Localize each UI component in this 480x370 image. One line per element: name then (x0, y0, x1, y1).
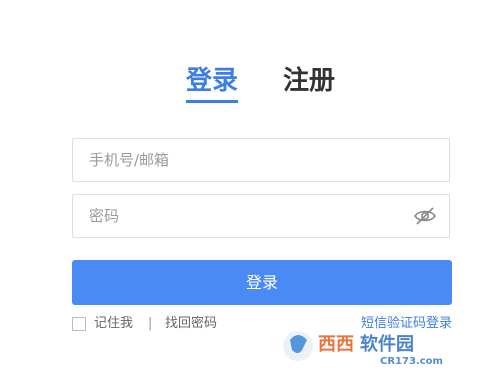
login-button[interactable]: 登录 (72, 260, 452, 305)
login-page: 登录 注册 登录 记住我 | 找回密码 短信验证码登录 西西 (0, 0, 480, 370)
remember-me-label[interactable]: 记住我 (94, 315, 133, 333)
tab-register[interactable]: 注册 (283, 64, 335, 98)
svg-text:软件园: 软件园 (360, 333, 414, 355)
password-field-wrapper (72, 194, 450, 238)
svg-text:CR173.com: CR173.com (380, 356, 443, 367)
auth-tabs: 登录 注册 (0, 64, 480, 104)
remember-me-checkbox[interactable] (72, 317, 86, 331)
svg-text:西西: 西西 (318, 334, 354, 355)
watermark-logo: 西西 软件园 CR173.com (280, 320, 480, 370)
password-input[interactable] (73, 195, 409, 237)
tab-login-label: 登录 (186, 66, 239, 96)
separator: | (148, 316, 153, 331)
eye-slash-icon[interactable] (413, 206, 437, 226)
phone-email-field-wrapper (72, 138, 450, 182)
tab-register-label: 注册 (283, 66, 336, 96)
phone-email-input[interactable] (73, 139, 409, 181)
forgot-password-link[interactable]: 找回密码 (165, 315, 217, 333)
active-tab-indicator (186, 100, 239, 103)
tab-login[interactable]: 登录 (186, 64, 239, 103)
